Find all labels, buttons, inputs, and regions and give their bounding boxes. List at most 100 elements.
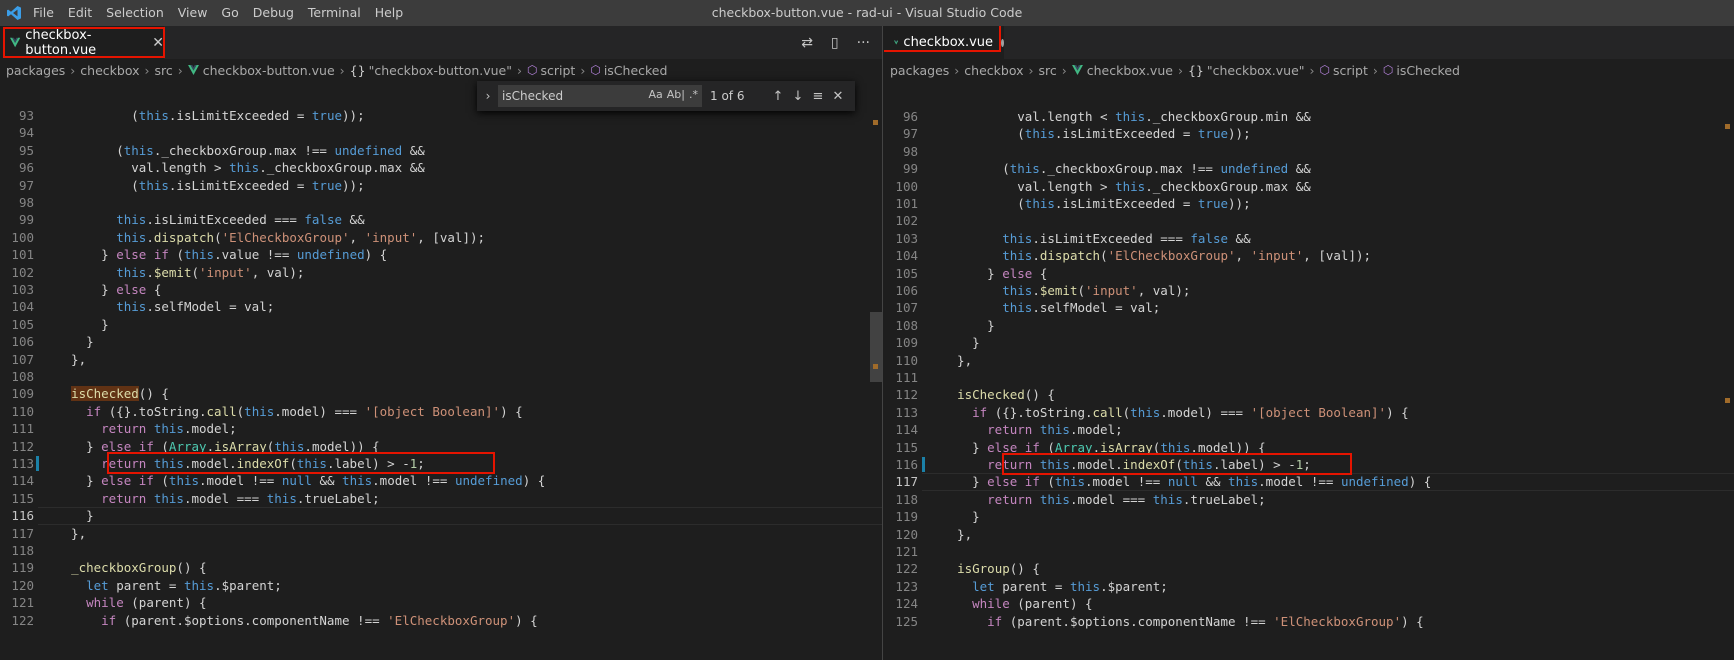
module-braces-icon: {}	[1187, 62, 1204, 78]
code-text: return this.model;	[987, 422, 1123, 438]
scrollbar-thumb[interactable]	[870, 312, 882, 382]
code-editor[interactable]: 96 val.length < this._checkboxGroup.min …	[884, 82, 1734, 660]
breadcrumb-item[interactable]: packages	[890, 63, 949, 78]
code-text: }	[942, 509, 980, 525]
symbol-cube-icon: ⬡	[527, 63, 538, 77]
code-text: }	[56, 334, 94, 350]
open-changes-icon[interactable]: ⇄	[801, 35, 813, 51]
code-line: 114 } else if (this.model !== null && th…	[0, 472, 882, 489]
unsaved-dot-icon[interactable]	[1001, 38, 1004, 47]
arrow-up-icon[interactable]: ↑	[768, 89, 788, 104]
code-text: } else if (Array.isArray(this.model)) {	[942, 439, 1266, 455]
code-line: 106 this.$emit('input', val);	[884, 282, 1734, 299]
code-line: 113 return this.model.indexOf(this.label…	[0, 455, 882, 472]
menu-go[interactable]: Go	[214, 0, 245, 26]
chevron-right-icon: ›	[517, 62, 522, 78]
code-text: (this.isLimitExceeded = true));	[56, 108, 365, 123]
tab-label: checkbox-button.vue	[25, 27, 97, 58]
code-line: 122 isGroup() {	[884, 560, 1734, 577]
code-text: return this.model.indexOf(this.label) > …	[101, 456, 425, 471]
breadcrumb-item[interactable]: src	[155, 63, 173, 78]
split-editor-icon[interactable]: ▯	[831, 35, 839, 51]
code-line: 105 } else {	[884, 265, 1734, 282]
menu-debug[interactable]: Debug	[246, 0, 301, 26]
arrow-down-icon[interactable]: ↓	[788, 89, 808, 104]
breadcrumb-item[interactable]: isChecked	[1396, 63, 1460, 78]
line-number: 122	[11, 612, 34, 628]
line-number: 117	[895, 474, 918, 490]
code-line: 121 while (parent) {	[0, 594, 882, 611]
menu-edit[interactable]: Edit	[61, 0, 99, 26]
code-line: 106 }	[0, 333, 882, 350]
scrollbar[interactable]	[868, 82, 882, 660]
code-line: 107 },	[0, 351, 882, 368]
line-number: 106	[11, 334, 34, 350]
breadcrumb-item[interactable]: checkbox	[80, 63, 139, 78]
line-number: 111	[11, 421, 34, 437]
regex-icon[interactable]: .*	[689, 88, 698, 101]
breadcrumb-item[interactable]: checkbox-button.vue	[203, 63, 335, 78]
code-text: } else if (Array.isArray(this.model)) {	[56, 438, 380, 454]
breadcrumb-item[interactable]: src	[1039, 63, 1057, 78]
chevron-right-icon: ›	[144, 62, 150, 78]
line-number: 114	[895, 422, 918, 438]
code-line: 113 if ({}.toString.call(this.model) ===…	[884, 404, 1734, 421]
scrollbar[interactable]	[1720, 82, 1734, 660]
line-number: 115	[11, 490, 34, 506]
chevron-right-icon[interactable]: ›	[480, 89, 496, 103]
more-actions-icon[interactable]: ···	[857, 35, 870, 51]
breadcrumb-item[interactable]: script	[540, 63, 575, 78]
breadcrumb-item[interactable]: isChecked	[604, 63, 668, 78]
find-input[interactable]: isChecked Aa Ab| .*	[498, 85, 702, 107]
line-number: 103	[11, 282, 34, 297]
line-number: 118	[11, 543, 34, 558]
chevron-right-icon: ›	[177, 62, 183, 78]
line-number: 121	[11, 595, 34, 611]
close-icon[interactable]: ✕	[152, 35, 164, 51]
breadcrumb-item[interactable]: checkbox.vue	[1087, 63, 1173, 78]
vue-file-icon	[187, 65, 199, 75]
code-line: 100 this.dispatch('ElCheckboxGroup', 'in…	[0, 229, 882, 246]
code-editor[interactable]: 93 (this.isLimitExceeded = true)); 94 95 (…	[0, 82, 882, 660]
code-text: }	[942, 317, 995, 333]
line-number: 101	[895, 196, 918, 211]
menu-terminal[interactable]: Terminal	[301, 0, 368, 26]
line-number: 117	[11, 525, 34, 541]
breadcrumb-item[interactable]: "checkbox-button.vue"	[369, 63, 512, 78]
menu-view[interactable]: View	[171, 0, 215, 26]
tab-checkbox-button-vue[interactable]: checkbox-button.vue ✕	[0, 26, 164, 59]
code-line: 122 if (parent.$options.componentName !=…	[0, 612, 882, 629]
code-text: if (parent.$options.componentName !== 'E…	[101, 612, 538, 628]
code-text: return this.model === this.trueLabel;	[987, 491, 1266, 507]
vue-file-icon	[1071, 65, 1083, 75]
code-text: while (parent) {	[972, 596, 1093, 612]
tab-bar: checkbox-button.vue ✕ ⇄ ▯ ···	[0, 26, 882, 59]
breadcrumb-item[interactable]: "checkbox.vue"	[1207, 63, 1305, 78]
code-line: 119 _checkboxGroup() {	[0, 559, 882, 576]
menu-file[interactable]: File	[26, 0, 61, 26]
breadcrumb-item[interactable]: checkbox	[964, 63, 1023, 78]
code-line: 118 return this.model === this.trueLabel…	[884, 491, 1734, 508]
close-icon[interactable]: ✕	[828, 89, 848, 104]
menu-selection[interactable]: Selection	[99, 0, 171, 26]
line-number: 99	[18, 212, 34, 228]
code-text: } else {	[942, 265, 1048, 281]
tab-checkbox-vue[interactable]: checkbox.vue	[884, 26, 1004, 59]
chevron-right-icon: ›	[1061, 62, 1067, 78]
line-number: 116	[895, 457, 918, 472]
line-number: 112	[895, 387, 918, 403]
breadcrumb-item[interactable]: script	[1333, 63, 1368, 78]
code-line: 116 }	[0, 507, 882, 524]
line-number: 104	[895, 248, 918, 264]
line-number: 93	[18, 108, 34, 123]
match-whole-word-icon[interactable]: Ab|	[667, 88, 685, 101]
breadcrumb-item[interactable]: packages	[6, 63, 65, 78]
code-text: return this.model === this.trueLabel;	[101, 490, 380, 506]
match-case-icon[interactable]: Aa	[649, 88, 663, 101]
code-text: (this.isLimitExceeded = true));	[56, 177, 365, 193]
menu-help[interactable]: Help	[368, 0, 411, 26]
line-number: 97	[18, 177, 34, 193]
code-text: val.length > this._checkboxGroup.max &&	[56, 160, 425, 176]
find-in-selection-icon[interactable]: ≡	[808, 89, 828, 104]
code-text: }	[56, 316, 109, 332]
